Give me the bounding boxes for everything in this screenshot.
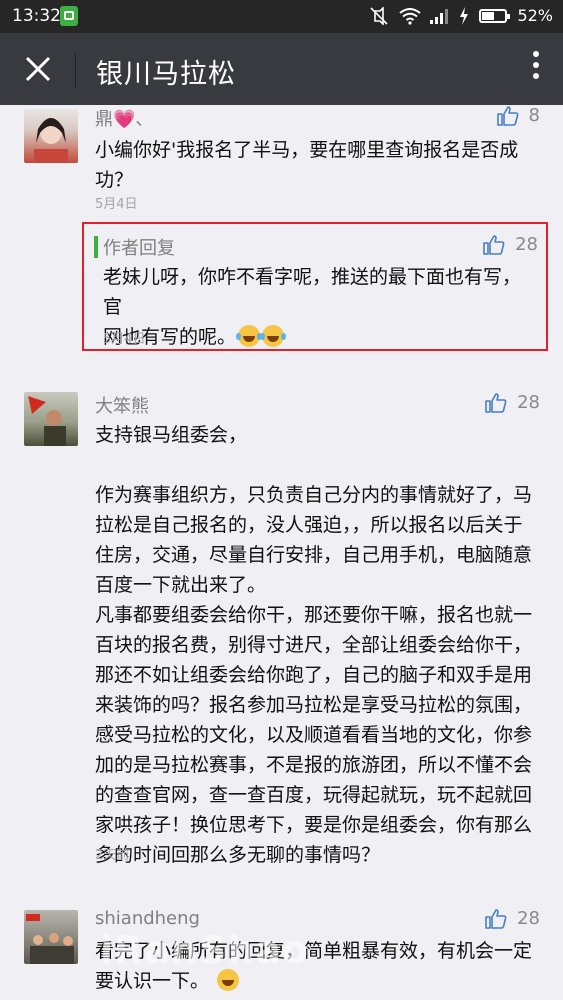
- like-button[interactable]: 28: [483, 234, 538, 255]
- thumbs-up-icon: [496, 105, 518, 126]
- author-reply-date: 5月4日: [103, 332, 146, 347]
- comment-text: 支持银马组委会， 作为赛事组织方，只负责自己分内的事情就好了，马 拉松是自己报名…: [95, 424, 533, 866]
- comment-date: 5月4日: [95, 197, 138, 212]
- wifi-icon: [399, 7, 422, 25]
- like-button[interactable]: 28: [485, 908, 540, 929]
- comment-date: 2天前: [95, 848, 130, 863]
- comment-nickname: 鼎💗、: [95, 109, 154, 130]
- like-count: 28: [517, 392, 540, 413]
- like-count: 28: [515, 234, 538, 255]
- charging-icon: [459, 6, 469, 25]
- comment-nickname: 大笨熊: [95, 396, 149, 417]
- title-bar: 银川马拉松: [0, 33, 563, 105]
- thumbs-up-icon: [483, 234, 505, 255]
- comment-item: 大笨熊 28 支持银马组委会， 作为赛事组织方，只负责自己分内的事情就好了，马 …: [0, 390, 563, 870]
- title-divider: [75, 53, 76, 87]
- author-reply-label: 作者回复: [103, 238, 175, 259]
- status-time: 13:32: [12, 6, 61, 26]
- battery-icon: [479, 8, 511, 23]
- close-button[interactable]: [22, 53, 54, 85]
- tears-of-joy-emoji-icon: [260, 325, 287, 347]
- author-reply-text: 老妹儿呀，你咋不看字呢，推送的最下面也有写，官 网也有写的呢。: [103, 266, 522, 348]
- battery-percent: 52%: [517, 6, 553, 25]
- thinking-emoji-icon: [217, 969, 240, 991]
- more-menu-button[interactable]: [531, 51, 541, 87]
- avatar[interactable]: [24, 910, 78, 964]
- thumbs-up-icon: [485, 392, 507, 413]
- app-notification-icon: [60, 6, 78, 26]
- like-count: 8: [528, 105, 540, 126]
- more-dot-icon: [533, 51, 539, 57]
- like-count: 28: [517, 908, 540, 929]
- close-icon: [25, 56, 51, 82]
- tears-of-joy-emoji-icon: [236, 325, 263, 347]
- status-bar: 13:32 52%: [0, 0, 563, 33]
- page-title: 银川马拉松: [96, 59, 236, 90]
- avatar[interactable]: [24, 392, 78, 446]
- like-button[interactable]: 8: [496, 105, 540, 126]
- signal-icon: [429, 7, 449, 25]
- comment-nickname: shiandheng: [95, 908, 200, 929]
- like-button[interactable]: 28: [485, 392, 540, 413]
- thumbs-up-icon: [485, 908, 507, 929]
- author-reply: 作者回复 28 老妹儿呀，你咋不看字呢，推送的最下面也有写，官 网也有写的呢。 …: [82, 222, 548, 351]
- watermark: iRanShao: [100, 928, 310, 972]
- comment-text: 小编你好'我报名了半马，要在哪里查询报名是否成 功？: [95, 139, 519, 191]
- avatar[interactable]: [24, 109, 78, 163]
- reply-accent-bar: [94, 236, 98, 258]
- mute-icon: [369, 6, 389, 25]
